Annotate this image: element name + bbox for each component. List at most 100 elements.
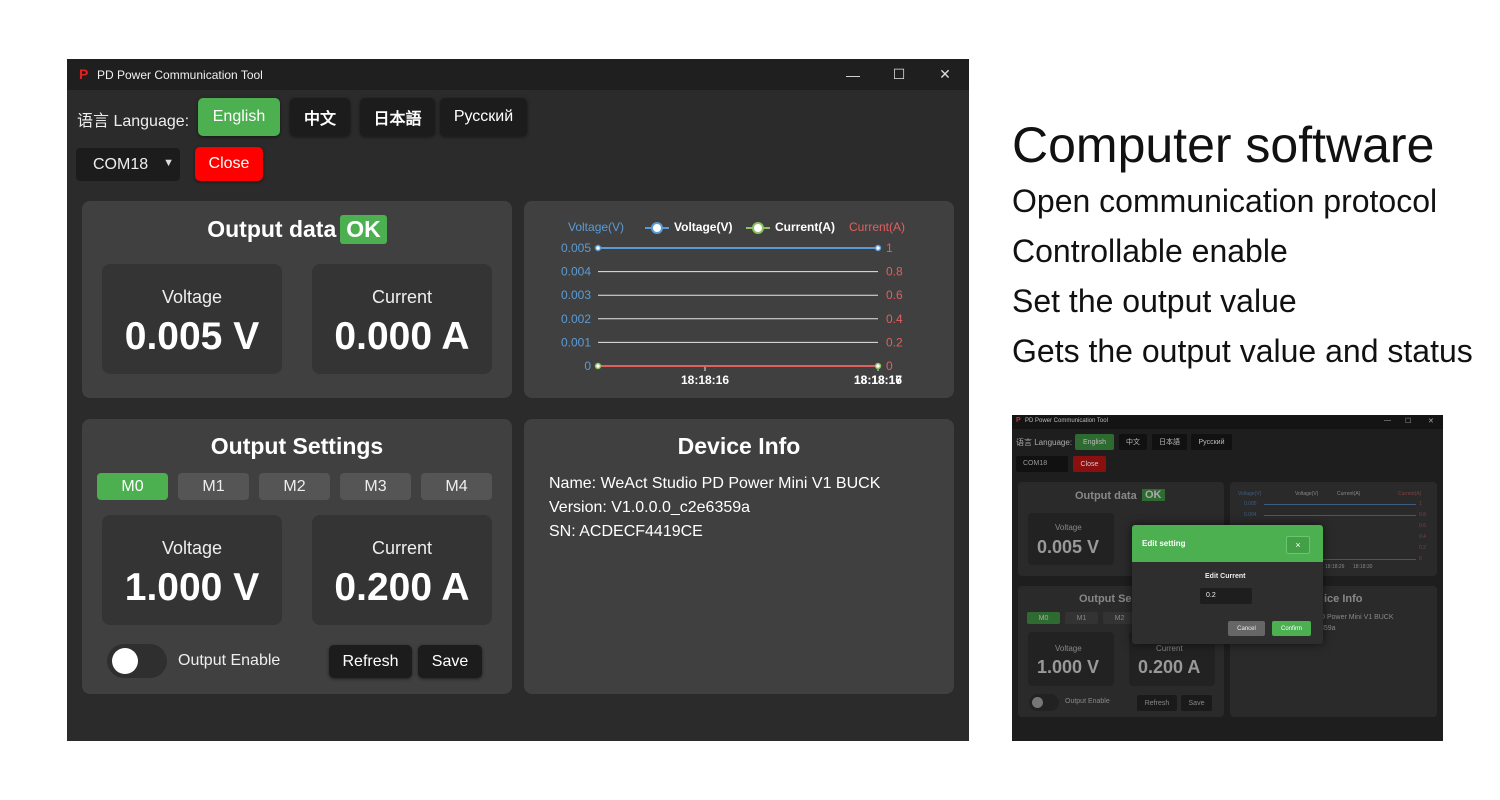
mode-tab-m1[interactable]: M1: [178, 473, 249, 500]
thumb-maximize-icon: ☐: [1405, 418, 1412, 425]
output-enable-label: Output Enable: [178, 652, 281, 669]
thumb-chart-left-label: Voltage(V): [1238, 491, 1262, 497]
close-window-icon[interactable]: ✕: [922, 59, 968, 90]
chart-y-right-tick: 0.2: [886, 335, 903, 349]
chevron-down-icon: ▼: [163, 157, 174, 169]
voltage-series-point: [874, 244, 882, 252]
thumb-chart-legend-current: Current(A): [1337, 491, 1361, 497]
thumb-output-data-title: Output data: [1075, 490, 1137, 502]
mode-tab-m4[interactable]: M4: [421, 473, 492, 500]
thumb-device-info-title: ice Info: [1324, 593, 1363, 605]
thumb-app-logo-icon: P: [1016, 417, 1021, 424]
refresh-button[interactable]: Refresh: [329, 645, 412, 678]
legend-voltage-marker[interactable]: [651, 222, 663, 234]
output-enable-toggle[interactable]: [107, 644, 167, 678]
chart-y-left-tick: 0.003: [561, 288, 591, 302]
chart-x-tick-overlap: 18:18:16: [854, 373, 902, 387]
window-title: PD Power Communication Tool: [97, 68, 263, 82]
thumb-toggle-knob: [1032, 697, 1043, 708]
language-english-button[interactable]: English: [198, 98, 280, 136]
feature-line-4: Gets the output value and status: [1012, 333, 1473, 369]
output-current-label: Current: [371, 287, 433, 307]
mode-tab-m3[interactable]: M3: [340, 473, 411, 500]
thumb-setting-voltage-label: Voltage: [1055, 644, 1082, 653]
legend-current-marker[interactable]: [752, 222, 764, 234]
thumb-enable-label: Output Enable: [1065, 698, 1110, 705]
thumb-chart-tick-right-0: 1: [1419, 501, 1422, 507]
output-voltage-value: 0.005 V: [124, 315, 260, 358]
thumb-dialog-confirm-button: Confirm: [1272, 621, 1311, 636]
thumb-voltage-label: Voltage: [1055, 523, 1082, 532]
thumb-dialog-cancel-button: Cancel: [1228, 621, 1265, 636]
save-button[interactable]: Save: [418, 645, 482, 678]
thumb-mode-m0: M0: [1027, 612, 1060, 624]
status-badge: OK: [340, 215, 387, 244]
maximize-icon[interactable]: ☐: [876, 59, 922, 90]
device-info-title: Device Info: [677, 433, 801, 459]
chart-y-left-tick: 0.004: [561, 265, 591, 279]
thumb-chart-tick-right-5: 0: [1419, 556, 1422, 562]
setting-current-label: Current: [371, 538, 433, 558]
title-bar[interactable]: P PD Power Communication Tool — ☐ ✕: [67, 59, 969, 90]
thumb-setting-current-label: Current: [1156, 644, 1183, 653]
marketing-heading: Computer software: [1012, 117, 1435, 173]
thumb-chart-tick-left-1: 0.004: [1244, 512, 1257, 518]
output-data-title: Output data OK: [82, 215, 512, 244]
thumb-chart-x-tick-1: 18:18:30: [1353, 564, 1373, 570]
thumb-chart-right-label: Current(A): [1398, 491, 1422, 497]
thumb-english-button: English: [1075, 434, 1114, 450]
language-russian-button[interactable]: Русский: [440, 98, 527, 136]
chart-y-left-tick: 0: [584, 359, 591, 373]
setting-voltage-label: Voltage: [161, 538, 223, 558]
thumb-chart-tick-right-4: 0.2: [1419, 545, 1426, 551]
toggle-knob: [112, 648, 138, 674]
thumb-chart-legend-voltage: Voltage(V): [1295, 491, 1319, 497]
thumb-save-button: Save: [1181, 695, 1212, 711]
language-label: 语言 Language:: [77, 113, 190, 130]
y-right-axis-label: Current(A): [849, 220, 905, 234]
setting-voltage-value: 1.000 V: [124, 566, 260, 609]
chart-y-left-tick: 0.005: [561, 241, 591, 255]
device-info-panel: Device Info Name: WeAct Studio PD Power …: [524, 419, 954, 694]
thumb-output-settings-title: Output Se: [1079, 593, 1132, 605]
thumb-mode-m1: M1: [1065, 612, 1098, 624]
minimize-icon[interactable]: —: [830, 59, 876, 90]
thumb-voltage-value: 0.005 V: [1037, 537, 1100, 557]
close-port-button[interactable]: Close: [195, 147, 263, 181]
feature-line-3: Set the output value: [1012, 283, 1297, 319]
voltage-series-point: [594, 244, 602, 252]
mode-tab-m0[interactable]: M0: [97, 473, 168, 500]
thumb-window-title: PD Power Communication Tool: [1025, 418, 1108, 424]
app-logo-icon: P: [79, 66, 89, 82]
thumb-chart-tick-left-0: 0.005: [1244, 501, 1257, 507]
dialog-screenshot-thumbnail: P PD Power Communication Tool — ☐ ✕ 语言 L…: [1012, 415, 1443, 741]
feature-line-2: Controllable enable: [1012, 233, 1288, 269]
current-series-point: [874, 362, 882, 370]
y-left-axis-label: Voltage(V): [568, 220, 624, 234]
output-settings-panel: Output Settings M0 M1 M2 M3 M4 Voltage 1…: [82, 419, 512, 694]
setting-current-card[interactable]: Current 0.200 A: [312, 515, 492, 625]
chart-y-right-tick: 0: [886, 359, 893, 373]
thumb-russian-button: Русский: [1191, 434, 1232, 450]
thumb-chart-tick-right-1: 0.8: [1419, 512, 1426, 518]
app-window: P PD Power Communication Tool — ☐ ✕ 语言 L…: [67, 59, 969, 741]
thumb-minimize-icon: —: [1384, 417, 1391, 424]
language-chinese-button[interactable]: 中文: [290, 98, 350, 136]
legend-voltage-label[interactable]: Voltage(V): [674, 220, 732, 234]
output-settings-title: Output Settings: [210, 433, 384, 459]
device-name: Name: WeAct Studio PD Power Mini V1 BUCK: [549, 475, 881, 492]
thumb-language-label: 语言 Language:: [1016, 438, 1073, 447]
thumb-chart-tick-right-3: 0.4: [1419, 534, 1426, 540]
com-port-select[interactable]: COM18 ▼: [76, 148, 180, 181]
thumb-com-port-select: COM18: [1016, 456, 1068, 472]
output-voltage-card: Voltage 0.005 V: [102, 264, 282, 374]
thumb-setting-current-value: 0.200 A: [1138, 657, 1201, 677]
thumb-setting-voltage-value: 1.000 V: [1037, 657, 1100, 677]
legend-current-label[interactable]: Current(A): [775, 220, 835, 234]
language-japanese-button[interactable]: 日本語: [360, 98, 435, 136]
mode-tab-m2[interactable]: M2: [259, 473, 330, 500]
output-current-card: Current 0.000 A: [312, 264, 492, 374]
setting-voltage-card[interactable]: Voltage 1.000 V: [102, 515, 282, 625]
setting-current-value: 0.200 A: [334, 566, 470, 609]
chart-y-left-tick: 0.001: [561, 335, 591, 349]
